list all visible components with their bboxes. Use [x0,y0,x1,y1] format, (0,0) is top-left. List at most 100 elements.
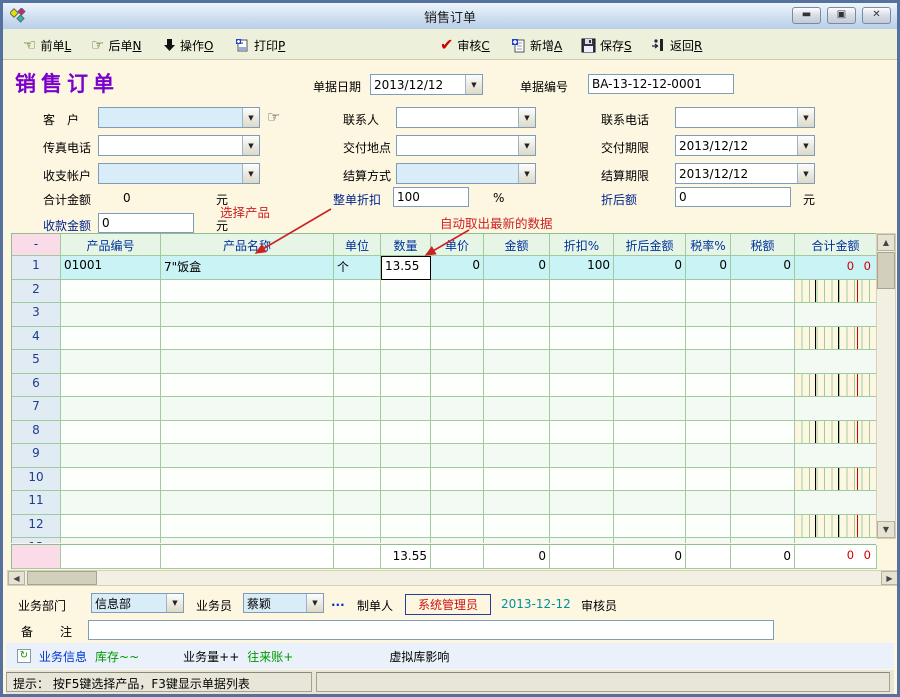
tab-virtual-stock[interactable]: 虚拟库影响 [389,648,449,665]
chevron-down-icon[interactable]: ▼ [242,136,259,155]
grid-cell-empty[interactable] [161,421,334,445]
fax-combo[interactable]: ▼ [98,135,260,156]
grid-cell-empty[interactable] [381,303,431,327]
grid-cell-empty[interactable] [161,444,334,468]
grid-cell-empty[interactable] [484,421,550,445]
grid-cell-empty[interactable] [731,397,795,421]
hscroll-thumb[interactable] [27,571,97,585]
chevron-down-icon[interactable]: ▼ [306,594,323,612]
grid-cell-empty[interactable] [334,303,381,327]
grid-cell-empty[interactable] [614,397,686,421]
grid-rowheader-2[interactable]: 2 [12,280,61,304]
grid-cell-empty[interactable] [431,538,484,543]
grid-cell-empty[interactable] [334,374,381,398]
grid-cell-empty[interactable] [731,444,795,468]
grid-rowheader-11[interactable]: 11 [12,491,61,515]
grid-cell-qty-selected[interactable]: 13.55 [381,256,431,280]
grid-cell-empty[interactable] [686,350,731,374]
remark-input[interactable] [88,620,774,640]
received-input[interactable]: 0 [98,213,194,233]
grid-cell-empty[interactable] [381,327,431,351]
grid-cell-empty[interactable] [550,350,614,374]
grid-cell-ledger-empty[interactable] [795,491,876,515]
grid-cell-empty[interactable] [431,280,484,304]
grid-cell-empty[interactable] [334,444,381,468]
grid-cell-empty[interactable] [550,491,614,515]
grid-cell-empty[interactable] [484,327,550,351]
grid-cell-empty[interactable] [334,350,381,374]
grid-cell-ledger-empty[interactable] [795,444,876,468]
chevron-down-icon[interactable]: ▼ [242,108,259,127]
grid-cell-empty[interactable] [431,327,484,351]
grid-cell-empty[interactable] [61,538,161,543]
grid-cell-empty[interactable] [614,468,686,492]
grid-cell-ledger-empty[interactable] [795,538,876,543]
grid-cell-empty[interactable] [614,421,686,445]
grid-cell-empty[interactable] [686,421,731,445]
grid-cell-empty[interactable] [550,538,614,543]
grid-cell-empty[interactable] [381,538,431,543]
grid-cell-empty[interactable] [334,468,381,492]
return-button[interactable]: 返回R [647,34,706,56]
grid-cell-empty[interactable] [484,280,550,304]
grid-cell-discount[interactable]: 100 [550,256,614,280]
grid-cell-empty[interactable] [161,327,334,351]
grid-cell-empty[interactable] [686,515,731,539]
grid-cell-empty[interactable] [686,538,731,543]
chevron-down-icon[interactable]: ▼ [242,164,259,183]
grid-cell-empty[interactable] [381,421,431,445]
customer-picker-hand-icon[interactable]: ☞ [267,108,280,126]
print-button[interactable]: 打印P [231,34,289,56]
grid-cell-empty[interactable] [61,491,161,515]
grid-cell-empty[interactable] [550,303,614,327]
delivery-place-combo[interactable]: ▼ [396,135,536,156]
grid-rowheader-13[interactable]: 13 [12,538,61,543]
grid-cell-empty[interactable] [334,327,381,351]
grid-cell-empty[interactable] [334,421,381,445]
grid-cell-empty[interactable] [550,421,614,445]
grid-cell-empty[interactable] [484,515,550,539]
scroll-left-icon[interactable]: ◀ [8,571,25,585]
grid-cell-empty[interactable] [731,491,795,515]
restore-button[interactable]: ▣ [827,7,856,24]
grid-cell-empty[interactable] [614,374,686,398]
grid-cell-price[interactable]: 0 [431,256,484,280]
scroll-down-icon[interactable]: ▼ [877,521,895,538]
grid-cell-empty[interactable] [731,280,795,304]
grid-cell-empty[interactable] [61,515,161,539]
grid-cell-empty[interactable] [484,491,550,515]
close-button[interactable]: ✕ [862,7,891,24]
grid-cell-empty[interactable] [431,491,484,515]
minimize-button[interactable]: ▬ [792,7,821,24]
grid-cell-empty[interactable] [550,374,614,398]
grid-cell-ledger-empty[interactable] [795,374,876,398]
new-button[interactable]: 新增A [507,34,566,56]
prev-doc-button[interactable]: ☜ 前单L [19,34,75,56]
grid-cell-empty[interactable] [431,350,484,374]
contact-combo[interactable]: ▼ [396,107,536,128]
tab-transactions[interactable]: 往来账+ [247,648,293,665]
grid-cell-empty[interactable] [550,280,614,304]
grid-cell-ledger-empty[interactable] [795,350,876,374]
grid-cell-ledger-empty[interactable] [795,327,876,351]
doc-no-input[interactable]: BA-13-12-12-0001 [588,74,734,94]
tab-business-info[interactable]: 业务信息 [39,648,87,665]
grid-cell-empty[interactable] [334,538,381,543]
grid-cell-empty[interactable] [61,468,161,492]
tab-inventory[interactable]: 库存~~ [95,648,139,665]
grid-cell-empty[interactable] [161,491,334,515]
vscroll-thumb[interactable] [877,252,895,289]
grid-cell-empty[interactable] [614,515,686,539]
grid-cell-empty[interactable] [334,491,381,515]
grid-cell-empty[interactable] [381,350,431,374]
grid-rowheader-1[interactable]: 1 [12,256,61,280]
grid-cell-empty[interactable] [484,444,550,468]
discounted-input[interactable]: 0 [675,187,791,207]
scroll-up-icon[interactable]: ▲ [877,234,895,251]
grid-cell-disc-amount[interactable]: 0 [614,256,686,280]
grid-cell-empty[interactable] [161,280,334,304]
grid-rowheader-7[interactable]: 7 [12,397,61,421]
grid-cell-empty[interactable] [484,350,550,374]
grid-cell-empty[interactable] [614,444,686,468]
grid-cell-empty[interactable] [686,444,731,468]
